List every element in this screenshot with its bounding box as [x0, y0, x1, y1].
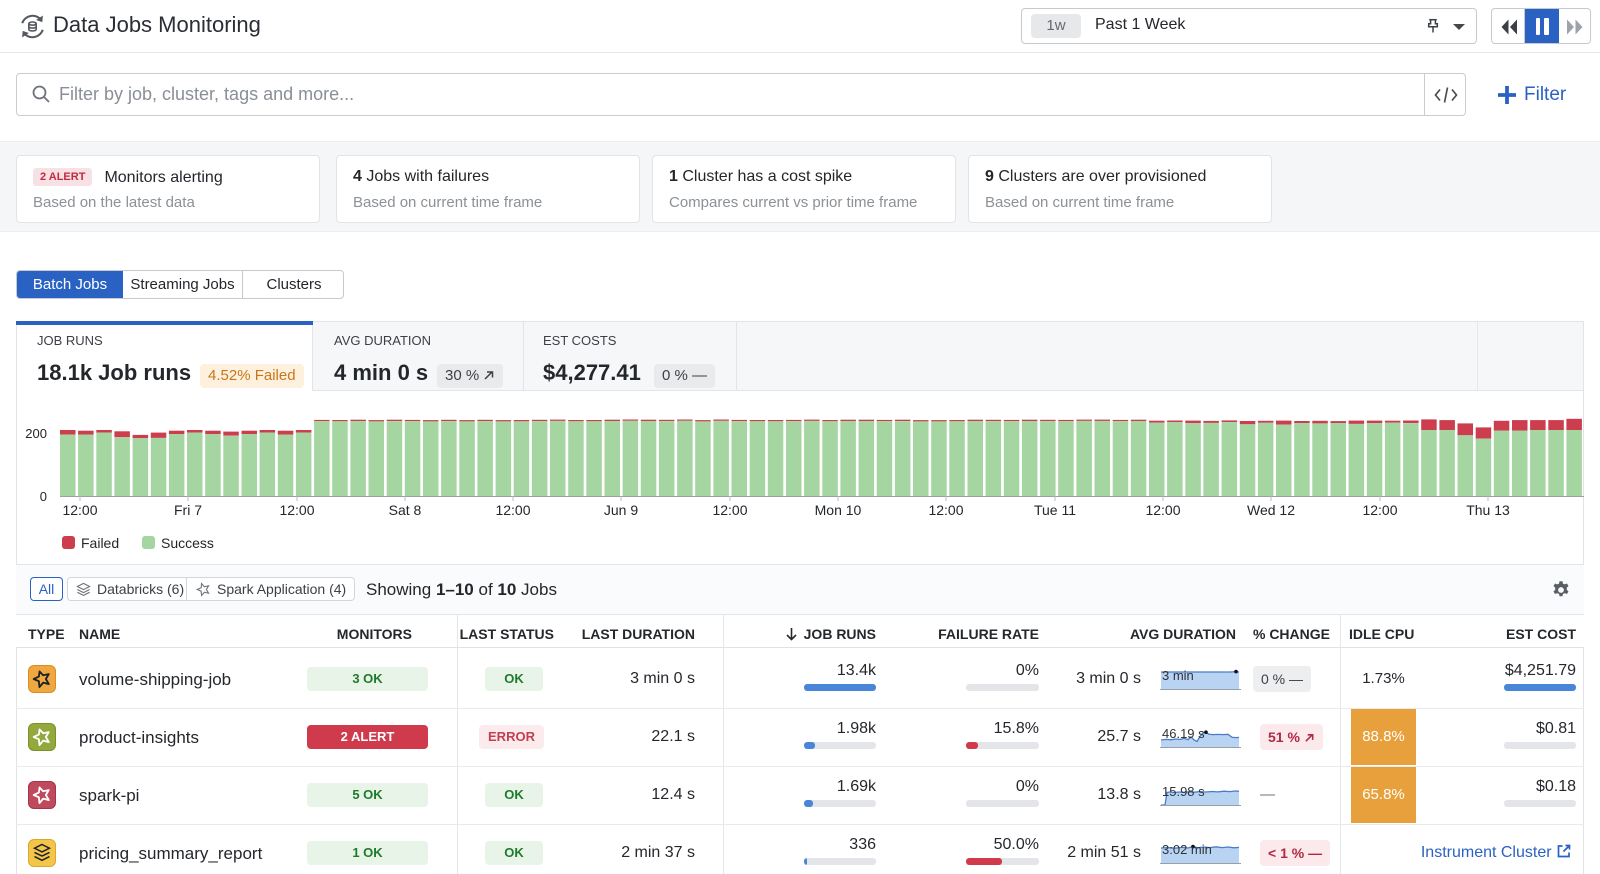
- svg-text:Jun 9: Jun 9: [604, 502, 638, 518]
- svg-text:12:00: 12:00: [1362, 502, 1397, 518]
- svg-text:Mon 10: Mon 10: [815, 502, 862, 518]
- svg-text:12:00: 12:00: [279, 502, 314, 518]
- svg-text:Thu 13: Thu 13: [1466, 502, 1510, 518]
- svg-text:0: 0: [40, 489, 47, 504]
- svg-text:12:00: 12:00: [928, 502, 963, 518]
- svg-text:200: 200: [25, 426, 47, 441]
- svg-text:12:00: 12:00: [62, 502, 97, 518]
- svg-text:Sat 8: Sat 8: [389, 502, 422, 518]
- svg-text:12:00: 12:00: [712, 502, 747, 518]
- svg-text:Tue 11: Tue 11: [1034, 502, 1076, 518]
- svg-text:Fri 7: Fri 7: [174, 502, 202, 518]
- svg-text:12:00: 12:00: [495, 502, 530, 518]
- svg-text:Wed 12: Wed 12: [1247, 502, 1295, 518]
- svg-text:12:00: 12:00: [1145, 502, 1180, 518]
